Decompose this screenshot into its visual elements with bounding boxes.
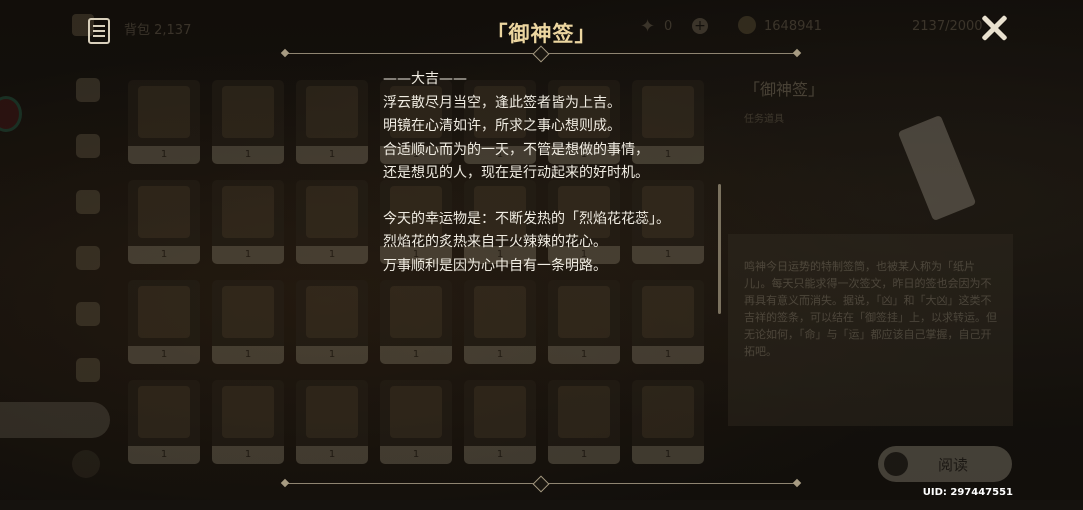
uid-label: UID: 297447551 — [922, 487, 1013, 498]
fortune-line: ——大吉—— — [383, 71, 467, 87]
fortune-line: 明镜在心清如许，所求之事心想则成。 — [383, 118, 621, 134]
fortune-line: 合适顺心而为的一天，不管是想做的事情， — [383, 141, 649, 158]
fortune-line: 万事顺利是因为心中自有一条明路。 — [383, 257, 607, 274]
fortune-line: 烈焰花的炙热来自于火辣辣的花心。 — [383, 234, 607, 250]
overlay-title: 「御神签」 — [486, 22, 597, 46]
fortune-line: 今天的幸运物是：不断发热的「烈焰花花蕊」。 — [383, 210, 670, 227]
fortune-scrollbar[interactable] — [718, 184, 721, 314]
fortune-line: 还是想见的人，现在是行动起来的好时机。 — [383, 165, 649, 181]
close-icon[interactable] — [980, 14, 1008, 42]
fortune-line: 浮云散尽月当空，逢此签者皆为上吉。 — [383, 94, 621, 111]
fortune-text: ——大吉—— 浮云散尽月当空，逢此签者皆为上吉。 明镜在心清如许，所求之事心想则… — [383, 68, 713, 278]
bottom-ornament — [280, 475, 802, 493]
top-ornament — [280, 45, 802, 63]
